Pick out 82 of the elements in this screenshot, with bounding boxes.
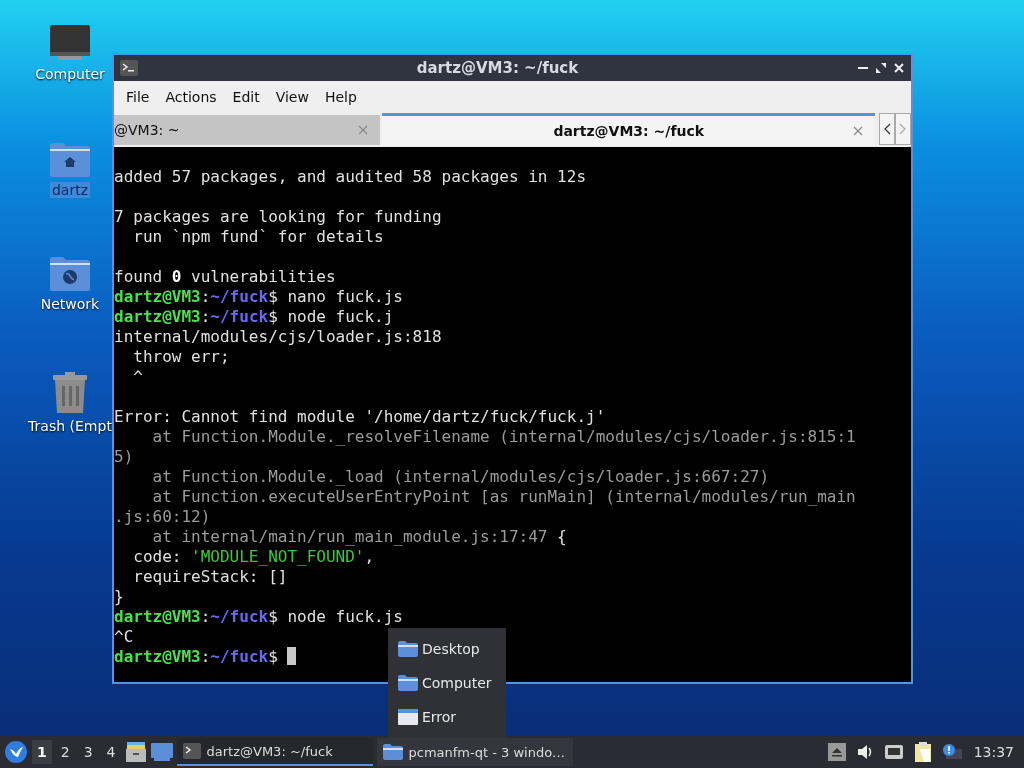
terminal-text: at Function.Module._load (internal/modules/cjs/loader.js:667:27): [151, 467, 770, 486]
terminal-text: ^C: [114, 627, 134, 646]
terminal-text: added 57 packages, and audited 58 packages in 12s: [114, 167, 586, 186]
desktop-icon-label[interactable]: Trash (Empt: [26, 418, 114, 434]
terminal-text: $ node fuck.j: [268, 307, 394, 326]
terminal-text: }: [114, 587, 124, 606]
terminal-text: :: [200, 607, 211, 626]
menu-item[interactable]: File: [118, 89, 158, 105]
trash-icon: [52, 372, 88, 414]
terminal-text: code:: [132, 547, 183, 566]
menu-item[interactable]: View: [267, 89, 317, 105]
workspace-button[interactable]: 2: [55, 740, 75, 764]
terminal-text: dartz@VM3: [114, 287, 201, 306]
chevron-left-icon: [883, 123, 892, 135]
terminal-tab[interactable]: dartz@VM3: ~/fuck: [382, 113, 876, 145]
menu-item[interactable]: Edit: [224, 89, 268, 105]
popup-menu-item[interactable]: Error: [388, 700, 506, 734]
window-title: dartz@VM3: ~/fuck: [415, 59, 580, 77]
desktop-icon[interactable]: [150, 743, 173, 761]
clipboard-icon[interactable]: [913, 741, 932, 763]
folder-icon: [398, 641, 418, 657]
workspace-button[interactable]: 3: [78, 740, 98, 764]
menu-item[interactable]: Help: [316, 89, 365, 105]
terminal-text: $ node fuck.js: [268, 607, 403, 626]
terminal-text: ^: [132, 367, 143, 386]
desktop-icon-label[interactable]: Network: [38, 296, 102, 312]
terminal-text: at Function.executeUserEntryPoint [as runMain] (internal/modules/run_main: [151, 487, 856, 506]
popup-menu-item[interactable]: Desktop: [388, 632, 506, 666]
file-cabinet-icon[interactable]: [124, 741, 147, 763]
workspace-button[interactable]: 4: [101, 740, 121, 764]
terminal-icon: [182, 743, 201, 759]
terminal-text: 'MODULE_NOT_FOUND': [191, 547, 365, 566]
terminal-text: vulnerabilities: [190, 267, 336, 286]
terminal-text: found: [114, 267, 164, 286]
terminal-text: $: [268, 647, 279, 666]
menu-item[interactable]: Actions: [157, 89, 225, 105]
terminal-text: requireStack: []: [132, 567, 288, 586]
terminal-text: ~/fuck: [210, 307, 269, 326]
terminal-text: .js:60:12): [114, 507, 211, 526]
terminal-text: {: [556, 527, 567, 546]
speaker-icon[interactable]: [855, 743, 874, 761]
window-icon: [398, 709, 418, 725]
popup-menu-item[interactable]: Computer: [388, 666, 506, 700]
terminal-text: ~/fuck: [210, 647, 269, 666]
task-button[interactable]: dartz@VM3: ~/fuck: [176, 738, 373, 766]
desktop-icon-label[interactable]: dartz: [49, 182, 91, 198]
notification-icon[interactable]: [941, 743, 962, 761]
terminal-text: $ nano fuck.js: [268, 287, 403, 306]
terminal-icon: [120, 60, 138, 76]
clock: 13:37: [973, 744, 1014, 760]
terminal-text: dartz@VM3: [114, 307, 201, 326]
terminal-text: ,: [364, 547, 375, 566]
monitor-icon: [49, 24, 91, 62]
terminal-text: ~/fuck: [210, 607, 269, 626]
terminal-text: internal/modules/cjs/loader.js:818: [114, 327, 442, 346]
terminal-text: dartz@VM3: [114, 607, 201, 626]
network-port-icon[interactable]: [883, 743, 904, 761]
terminal-text: :: [200, 307, 211, 326]
terminal-text: 5): [114, 447, 134, 466]
terminal-text: dartz@VM3: [114, 647, 201, 666]
terminal-text: :: [200, 287, 211, 306]
workspace-button[interactable]: 1: [32, 740, 52, 764]
eject-icon[interactable]: [827, 743, 846, 761]
chevron-right-icon: [899, 123, 908, 135]
terminal-text: throw err;: [132, 347, 230, 366]
folder-icon: [382, 744, 403, 760]
close-icon[interactable]: [893, 62, 905, 74]
terminal-text: at Function.Module._resolveFilename (internal/modules/cjs/loader.js:815:1: [151, 427, 856, 446]
terminal-text: at internal/main/run_main_module.js:17:47: [151, 527, 548, 546]
terminal-tab[interactable]: @VM3: ~: [114, 115, 381, 145]
terminal-text: 0: [171, 267, 182, 286]
network-folder-icon: [49, 256, 91, 292]
close-tab-icon[interactable]: [853, 125, 864, 136]
terminal-text: 7 packages are looking for funding: [114, 207, 442, 226]
terminal-text: :: [200, 647, 211, 666]
home-folder-icon: [49, 142, 91, 178]
task-button[interactable]: pcmanfm-qt - 3 windo…: [376, 738, 573, 766]
folder-icon: [398, 675, 418, 691]
terminal-text: ~/fuck: [210, 287, 269, 306]
terminal-text: Error: Cannot find module '/home/dartz/fuck/fuck.j': [114, 407, 606, 426]
maximize-icon[interactable]: [875, 62, 887, 74]
terminal-text: run `npm fund` for details: [132, 227, 384, 246]
